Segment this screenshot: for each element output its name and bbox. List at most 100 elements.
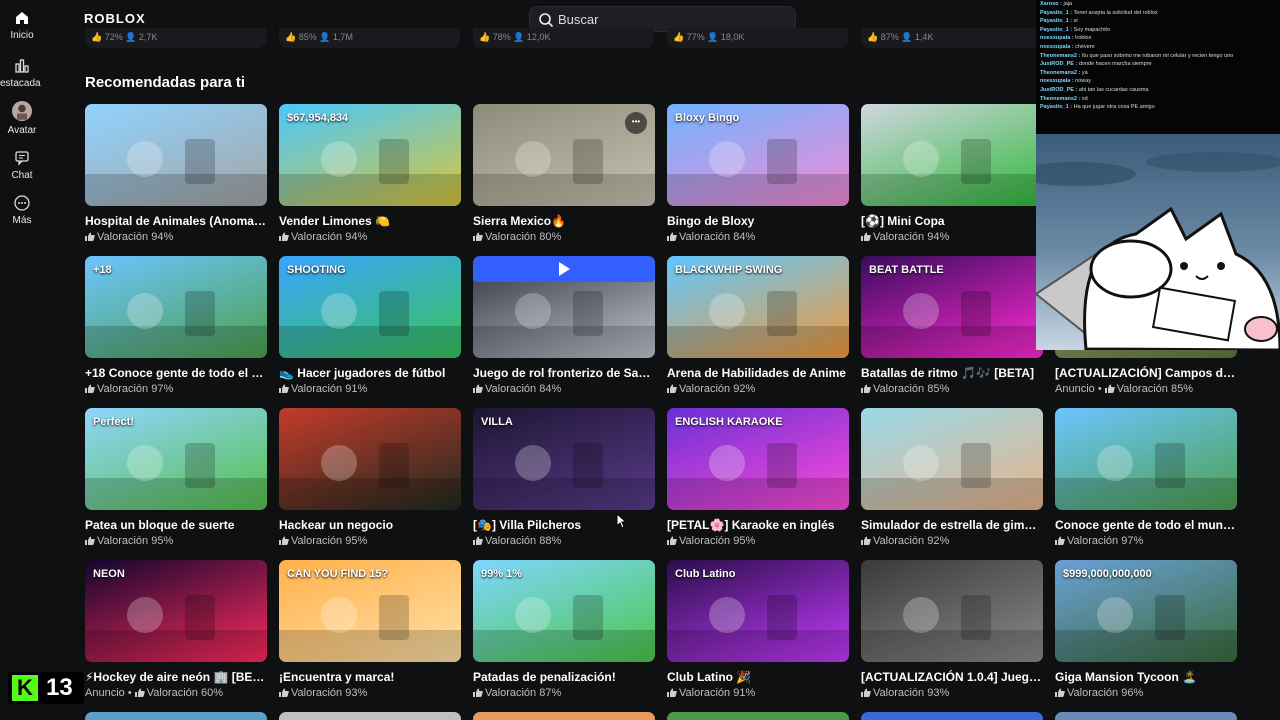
game-thumbnail[interactable]: +18 [85, 256, 267, 358]
game-card[interactable]: Club Latino Club Latino 🎉 Valoración 91% [667, 560, 849, 699]
game-card[interactable]: 99% 1% Patadas de penalización! Valoración… [473, 560, 655, 699]
game-card[interactable]: SHOOTING 👟 Hacer jugadores de fútbol Valor… [279, 256, 461, 395]
game-card[interactable]: +18 +18 Conoce gente de todo el m... Valor… [85, 256, 267, 395]
partial-thumbnail[interactable] [1055, 712, 1237, 720]
game-thumbnail[interactable]: SHOOTING [279, 256, 461, 358]
game-title[interactable]: [⚽] Mini Copa [861, 214, 1043, 229]
partial-card-stats[interactable]: 👍 72% 👤 2,7K [85, 28, 266, 48]
game-card[interactable]: BLACKWHIP SWING Arena de Habilidades de A… [667, 256, 849, 395]
partial-thumbnail[interactable] [85, 712, 267, 720]
chat-username: Payasito_1 : [1040, 18, 1073, 25]
thumbnail-caption: Perfect! [93, 416, 134, 428]
game-thumbnail[interactable]: VILLA [473, 408, 655, 510]
game-thumbnail[interactable]: $999,000,000,000 [1055, 560, 1237, 662]
chat-message: Payasito_1 : Soy mapachito [1040, 26, 1276, 35]
game-thumbnail[interactable]: BLACKWHIP SWING [667, 256, 849, 358]
game-thumbnail[interactable]: Club Latino [667, 560, 849, 662]
game-card[interactable]: BEAT BATTLE Batallas de ritmo 🎵🎶 [BETA] Va… [861, 256, 1043, 395]
game-title[interactable]: Batallas de ritmo 🎵🎶 [BETA] [861, 366, 1043, 381]
partial-thumbnail[interactable] [473, 712, 655, 720]
game-thumbnail[interactable] [861, 104, 1043, 206]
partial-thumbnail[interactable] [861, 712, 1043, 720]
game-card[interactable]: Hackear un negocio Valoración 95% [279, 408, 461, 547]
game-thumbnail[interactable]: Perfect! [85, 408, 267, 510]
partial-thumbnail[interactable] [279, 712, 461, 720]
game-thumbnail[interactable] [279, 408, 461, 510]
game-thumbnail[interactable] [85, 104, 267, 206]
nav-chat[interactable]: Chat [0, 150, 44, 181]
thumbnail-caption: VILLA [481, 416, 513, 428]
roblox-logo[interactable]: ROBLOX [84, 11, 146, 26]
game-title[interactable]: Bingo de Bloxy [667, 214, 849, 229]
game-card[interactable]: [ACTUALIZACIÓN 1.0.4] Juego ... Valoració… [861, 560, 1043, 699]
game-card[interactable]: $67,954,834 Vender Limones 🍋 Valoración 94… [279, 104, 461, 243]
partial-card-stats[interactable]: 👍 85% 👤 1,7M [279, 28, 460, 48]
game-title[interactable]: Giga Mansion Tycoon 🏝️ [1055, 670, 1237, 685]
game-thumbnail[interactable] [861, 560, 1043, 662]
game-thumbnail[interactable]: NEON [85, 560, 267, 662]
nav-more[interactable]: Más [0, 195, 44, 226]
game-title[interactable]: [ACTUALIZACIÓN] Campos de ... [1055, 366, 1237, 381]
thumbs-up-icon [279, 536, 289, 545]
game-title[interactable]: ⚡Hockey de aire neón 🏢 [BETA] [85, 670, 267, 685]
card-more-button[interactable]: ••• [625, 112, 647, 134]
stream-chat-overlay: Xaroso : jaja Payasito_1 : Tenet acepta l… [1036, 0, 1280, 134]
game-card[interactable]: Juego de rol fronterizo de San ... Valora… [473, 256, 655, 395]
game-title[interactable]: Conoce gente de todo el mund... [1055, 518, 1237, 533]
game-card[interactable]: Perfect! Patea un bloque de suerte Valorac… [85, 408, 267, 547]
nav-home[interactable]: Inicio [0, 10, 44, 41]
game-rating: Valoración 91% [279, 383, 461, 395]
partial-card-stats[interactable]: 👍 87% 👤 1,4K [861, 28, 1042, 48]
game-title[interactable]: Patadas de penalización! [473, 670, 655, 685]
game-rating: Anuncio • Valoración 85% [1055, 383, 1193, 395]
game-card[interactable]: NEON ⚡Hockey de aire neón 🏢 [BETA] Anuncio… [85, 560, 267, 699]
game-thumbnail[interactable] [861, 408, 1043, 510]
rating-value: 92% [927, 535, 950, 547]
game-card[interactable]: [⚽] Mini Copa Valoración 94% [861, 104, 1043, 243]
game-card[interactable]: Simulador de estrella de gimna... Valorac… [861, 408, 1043, 547]
kick-badge: K 13 [8, 672, 84, 704]
game-thumbnail[interactable]: $67,954,834 [279, 104, 461, 206]
kick-viewer-count: 13 [46, 674, 73, 701]
game-title[interactable]: Simulador de estrella de gimna... [861, 518, 1043, 533]
partial-thumbnail[interactable] [667, 712, 849, 720]
game-thumbnail[interactable]: 99% 1% [473, 560, 655, 662]
game-thumbnail[interactable]: CAN YOU FIND 15? [279, 560, 461, 662]
nav-avatar[interactable]: Avatar [0, 101, 44, 136]
game-thumbnail[interactable] [1055, 408, 1237, 510]
game-title[interactable]: +18 Conoce gente de todo el m... [85, 366, 267, 381]
chat-username: Theonemans2 : [1040, 69, 1081, 76]
game-title[interactable]: Juego de rol fronterizo de San ... [473, 366, 655, 381]
game-thumbnail[interactable] [473, 256, 655, 358]
game-title[interactable]: Vender Limones 🍋 [279, 214, 461, 229]
game-card[interactable]: $999,000,000,000 Giga Mansion Tycoon 🏝️ Va… [1055, 560, 1237, 699]
game-title[interactable]: Patea un bloque de suerte [85, 518, 267, 533]
game-title[interactable]: Hospital de Animales (Anomalí... [85, 214, 267, 229]
game-card[interactable]: CAN YOU FIND 15? ¡Encuentra y marca! Valor… [279, 560, 461, 699]
game-thumbnail[interactable]: BEAT BATTLE [861, 256, 1043, 358]
search-input[interactable] [558, 10, 788, 28]
game-card[interactable]: ••• Sierra Mexico🔥 Valoración 80% [473, 104, 655, 243]
game-title[interactable]: Hackear un negocio [279, 518, 461, 533]
play-button[interactable] [473, 256, 655, 282]
game-card[interactable]: Hospital de Animales (Anomalí... Valoraci… [85, 104, 267, 243]
partial-card-stats[interactable]: 👍 77% 👤 18,0K [667, 28, 848, 48]
game-card[interactable]: ENGLISH KARAOKE [PETAL🌸] Karaoke en inglé… [667, 408, 849, 547]
game-thumbnail[interactable]: ••• [473, 104, 655, 206]
game-title[interactable]: Club Latino 🎉 [667, 670, 849, 685]
game-rating: Valoración 92% [667, 383, 849, 395]
partial-card-stats[interactable]: 👍 78% 👤 12,0K [473, 28, 654, 48]
game-title[interactable]: [PETAL🌸] Karaoke en inglés [667, 518, 849, 533]
game-title[interactable]: Arena de Habilidades de Anime [667, 366, 849, 381]
game-card[interactable]: Bloxy Bingo Bingo de Bloxy Valoración 84% [667, 104, 849, 243]
game-title[interactable]: 👟 Hacer jugadores de fútbol [279, 366, 461, 381]
game-card[interactable]: Conoce gente de todo el mund... Valoració… [1055, 408, 1237, 547]
nav-home-label: Inicio [10, 30, 34, 41]
game-thumbnail[interactable]: Bloxy Bingo [667, 104, 849, 206]
rating-value: 80% [539, 231, 562, 243]
game-title[interactable]: [ACTUALIZACIÓN 1.0.4] Juego ... [861, 670, 1043, 685]
game-title[interactable]: Sierra Mexico🔥 [473, 214, 655, 229]
game-title[interactable]: ¡Encuentra y marca! [279, 670, 461, 685]
nav-charts[interactable]: estacada [0, 58, 44, 89]
game-thumbnail[interactable]: ENGLISH KARAOKE [667, 408, 849, 510]
